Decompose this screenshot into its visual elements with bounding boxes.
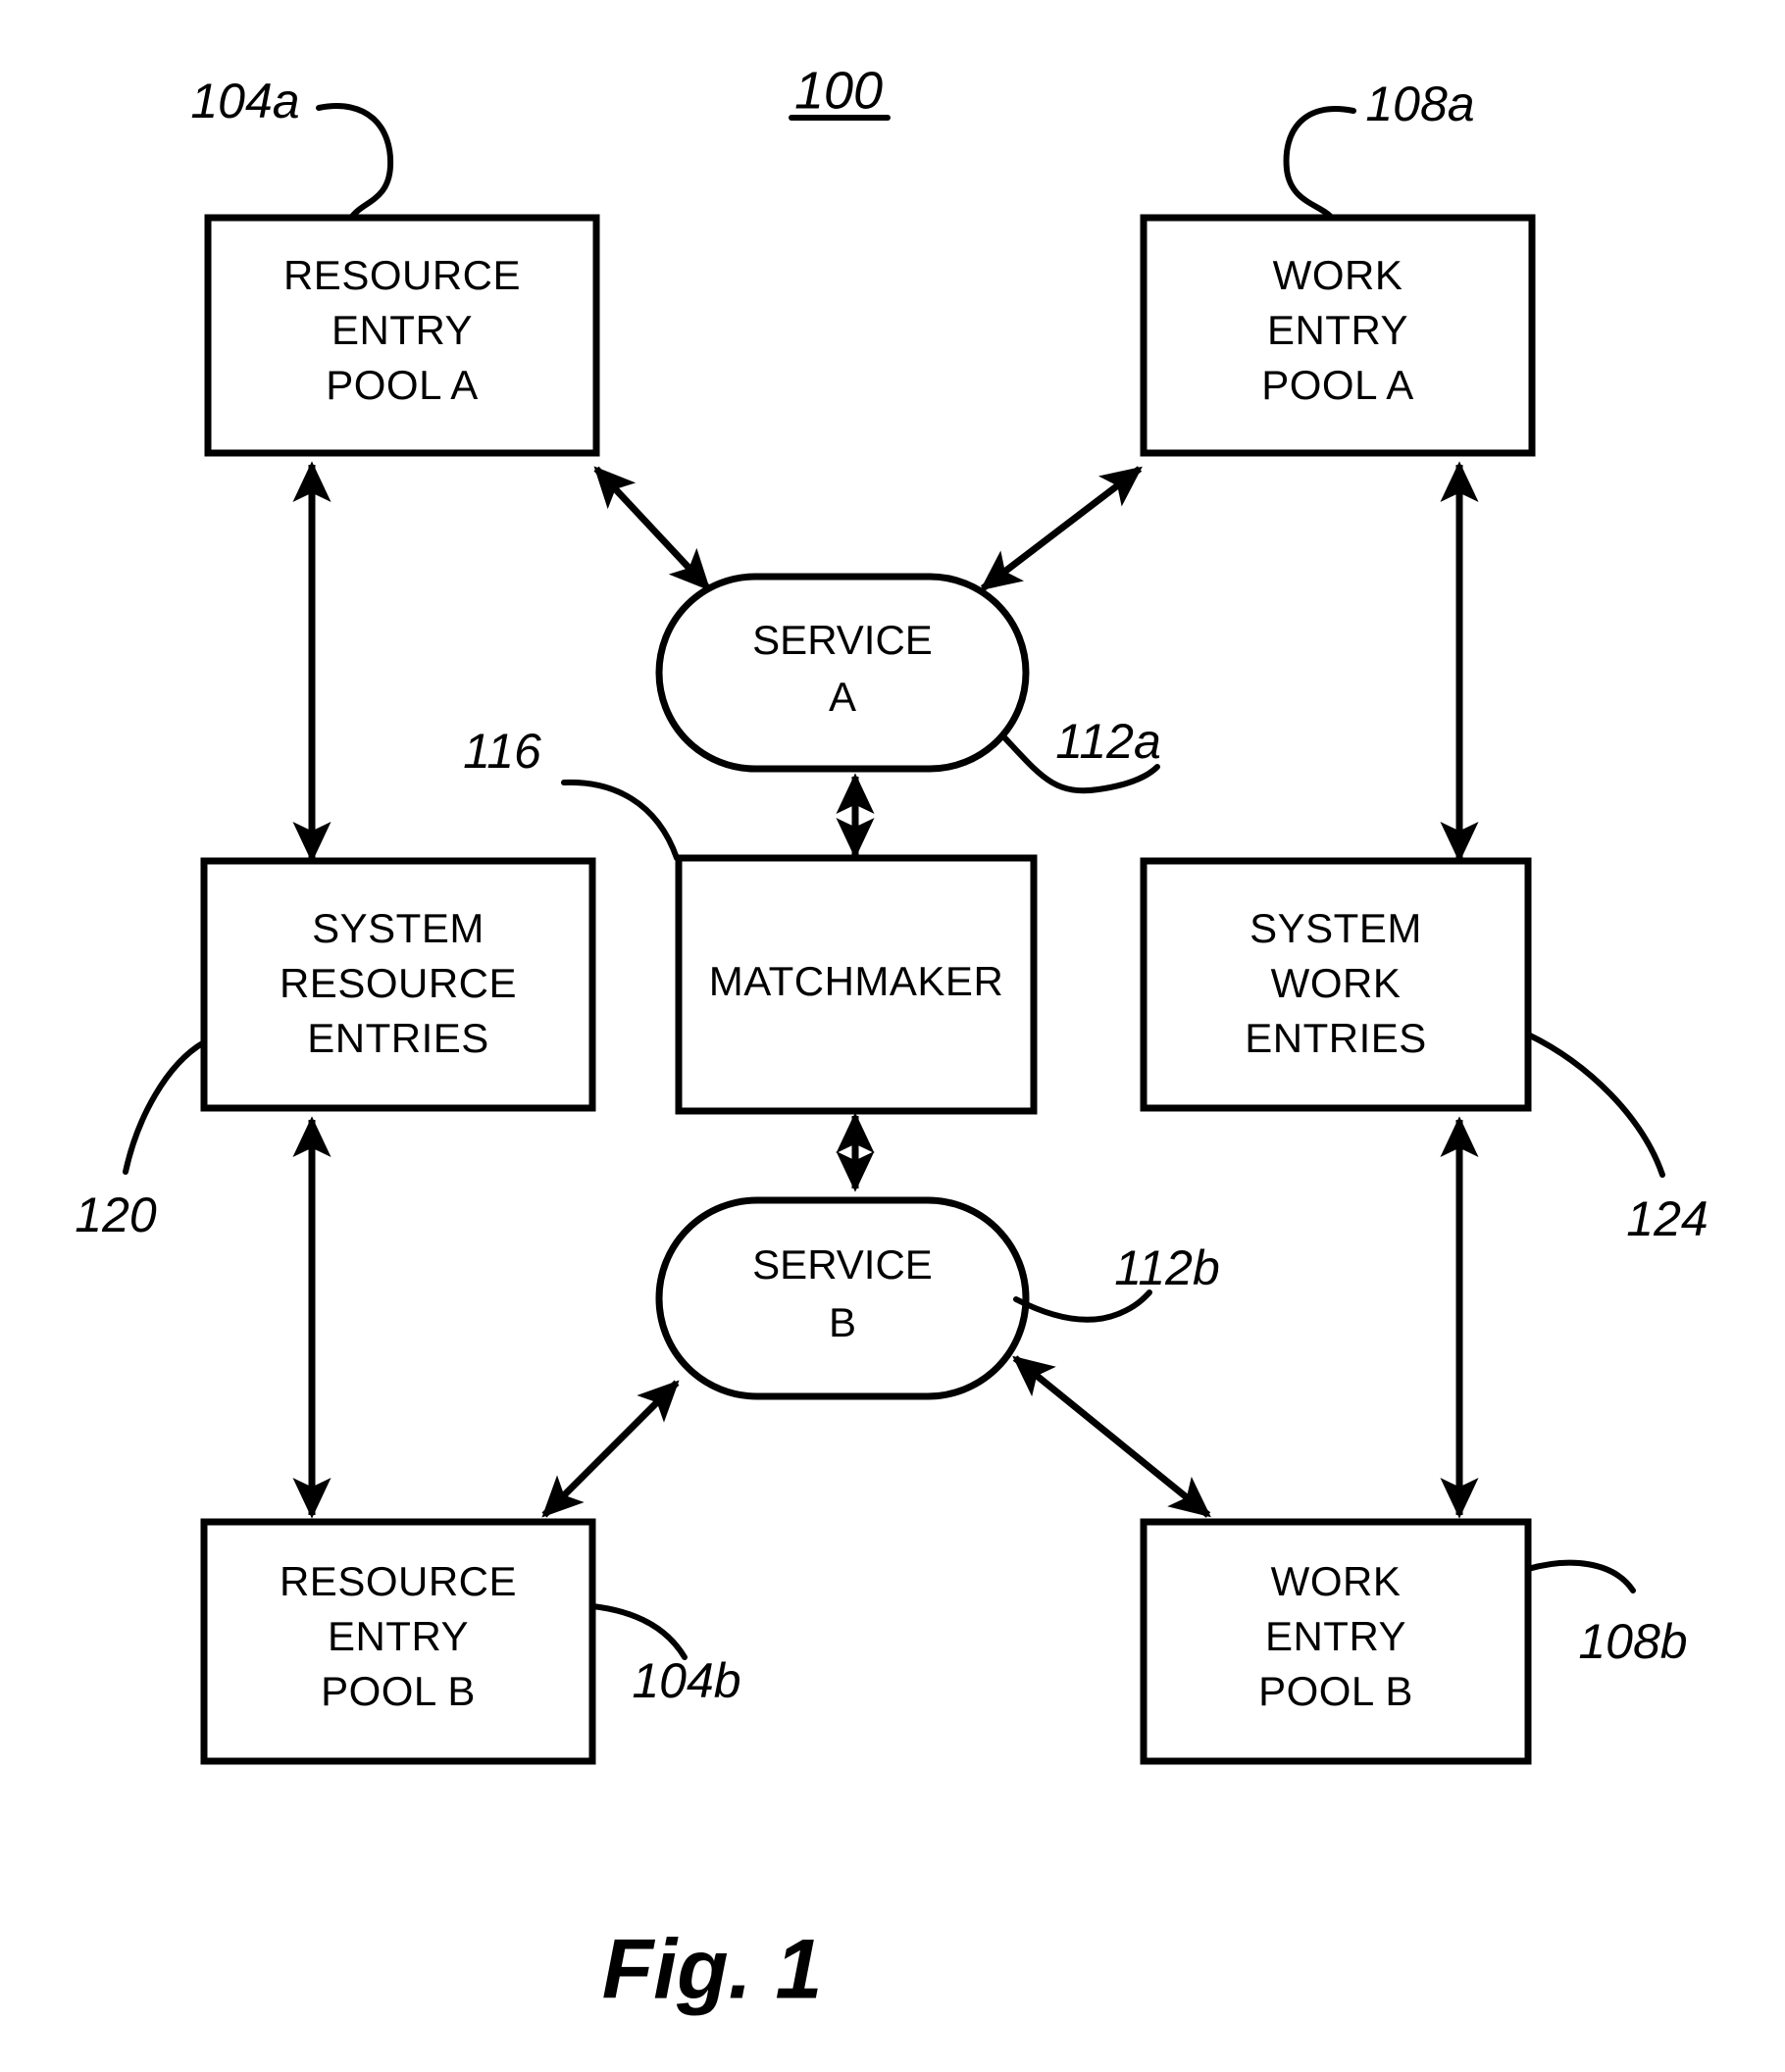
ref-120-leader [123,1039,207,1175]
node-work-entry-pool-a[interactable]: WORK ENTRY POOL A [1140,214,1536,457]
node-matchmaker[interactable]: MATCHMAKER [675,854,1038,1115]
ref-116-text: 116 [463,724,541,779]
ref-108a-text: 108a [1365,76,1474,131]
node-label-system-work-entries-line2: WORK [1271,960,1402,1006]
ref-124: 124 [1525,1032,1708,1246]
node-label-resource-entry-pool-b-line2: ENTRY [328,1613,469,1659]
ref-108a: 108a [1283,76,1475,221]
ref-120: 120 [75,1039,207,1242]
ref-112b-leader [1013,1289,1152,1323]
ref-108a-leader [1283,106,1356,221]
figure-number-text: 100 [794,61,883,120]
ref-116-leader [561,779,680,861]
ref-104b: 104b [589,1603,741,1708]
figure-caption: Fig. 1 [602,1923,823,2017]
ref-112b: 112b [1013,1240,1220,1323]
node-service-b[interactable]: SERVICE B [655,1196,1030,1400]
connector-respoolb-serviceb [541,1380,680,1518]
patent-figure: RESOURCE ENTRY POOL A WORK ENTRY POOL A … [0,0,1785,2072]
ref-104a-leader [316,103,394,221]
node-label-resource-entry-pool-b-line3: POOL B [321,1668,476,1714]
node-system-resource-entries[interactable]: SYSTEM RESOURCE ENTRIES [200,857,596,1112]
node-shape-service-a [655,573,1030,773]
connector-workpoolb-serviceb [1012,1355,1211,1518]
figure-number: 100 [789,61,891,121]
node-label-resource-entry-pool-a-line2: ENTRY [332,307,473,353]
node-system-work-entries[interactable]: SYSTEM WORK ENTRIES [1140,857,1532,1112]
node-label-system-resource-entries-line1: SYSTEM [312,905,484,951]
node-label-resource-entry-pool-b-line1: RESOURCE [280,1558,517,1604]
node-label-work-entry-pool-a-line2: ENTRY [1267,307,1408,353]
ref-104a-text: 104a [190,74,299,128]
ref-108b-text: 108b [1578,1614,1687,1669]
node-label-work-entry-pool-b-line2: ENTRY [1265,1613,1406,1659]
node-label-resource-entry-pool-a-line1: RESOURCE [283,252,521,298]
node-label-system-work-entries-line1: SYSTEM [1250,905,1422,951]
ref-112a-text: 112a [1055,714,1161,769]
connector-respoola-servicea [593,466,711,591]
node-service-a[interactable]: SERVICE A [655,573,1030,773]
connector-workpoola-servicea [980,466,1143,591]
node-label-system-resource-entries-line3: ENTRIES [307,1015,489,1061]
node-label-work-entry-pool-b-line3: POOL B [1258,1668,1413,1714]
node-label-system-resource-entries-line2: RESOURCE [280,960,517,1006]
node-label-service-b-line2: B [829,1299,856,1345]
diagram-canvas: RESOURCE ENTRY POOL A WORK ENTRY POOL A … [75,61,1708,2017]
node-label-service-b-line1: SERVICE [752,1241,933,1288]
ref-104a: 104a [190,74,394,221]
ref-116: 116 [463,724,680,861]
ref-112a: 112a [1001,714,1161,794]
node-resource-entry-pool-b[interactable]: RESOURCE ENTRY POOL B [200,1518,596,1765]
ref-124-leader [1525,1032,1665,1178]
node-work-entry-pool-b[interactable]: WORK ENTRY POOL B [1140,1518,1532,1765]
ref-108b-leader [1525,1559,1636,1593]
ref-124-text: 124 [1626,1191,1708,1246]
node-label-service-a-line1: SERVICE [752,617,933,663]
node-label-system-work-entries-line3: ENTRIES [1245,1015,1427,1061]
node-label-resource-entry-pool-a-line3: POOL A [326,362,479,408]
ref-104b-text: 104b [632,1653,740,1708]
node-resource-entry-pool-a[interactable]: RESOURCE ENTRY POOL A [204,214,600,457]
node-label-service-a-line2: A [829,674,856,720]
node-label-work-entry-pool-a-line3: POOL A [1261,362,1414,408]
ref-108b: 108b [1525,1559,1688,1669]
ref-112b-text: 112b [1114,1240,1220,1295]
node-label-work-entry-pool-a-line1: WORK [1273,252,1403,298]
node-label-work-entry-pool-b-line1: WORK [1271,1558,1402,1604]
ref-120-text: 120 [75,1188,157,1242]
ref-104b-leader [589,1603,688,1660]
node-shape-service-b [655,1196,1030,1400]
node-label-matchmaker: MATCHMAKER [709,958,1004,1004]
